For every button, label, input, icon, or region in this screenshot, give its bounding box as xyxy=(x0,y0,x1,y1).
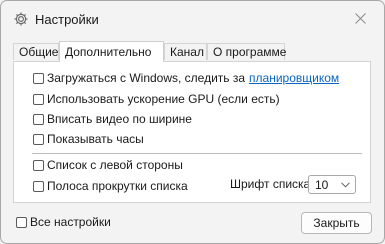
list-scrollbar-checkbox[interactable] xyxy=(33,180,44,192)
settings-window: Настройки Общие Дополнительно Канал О пр… xyxy=(0,0,385,244)
fit-width-checkbox[interactable] xyxy=(33,113,44,125)
autostart-option[interactable]: Загружаться с Windows, следить за планир… xyxy=(33,70,339,86)
advanced-panel: Загружаться с Windows, следить за планир… xyxy=(13,61,371,203)
list-left-label: Список с левой стороны xyxy=(47,158,183,172)
show-clock-option[interactable]: Показывать часы xyxy=(33,131,144,147)
all-settings-option[interactable]: Все настройки xyxy=(16,214,111,230)
font-size-select[interactable]: 10 xyxy=(308,175,356,194)
show-clock-checkbox[interactable] xyxy=(33,133,44,145)
scheduler-link[interactable]: планировщиком xyxy=(249,71,339,85)
window-title: Настройки xyxy=(35,12,99,27)
list-left-checkbox[interactable] xyxy=(33,159,44,171)
chevron-down-icon xyxy=(341,182,350,188)
tab-about[interactable]: О программе xyxy=(207,43,286,60)
all-settings-label: Все настройки xyxy=(30,215,111,229)
tab-advanced[interactable]: Дополнительно xyxy=(59,41,164,62)
list-scrollbar-option[interactable]: Полоса прокрутки списка xyxy=(33,178,188,194)
list-scrollbar-label: Полоса прокрутки списка xyxy=(47,179,188,193)
tab-general[interactable]: Общие xyxy=(13,43,59,60)
gpu-label: Использовать ускорение GPU (если есть) xyxy=(47,92,280,106)
divider xyxy=(32,153,362,154)
gpu-option[interactable]: Использовать ускорение GPU (если есть) xyxy=(33,91,280,107)
autostart-checkbox[interactable] xyxy=(33,72,44,84)
title-bar[interactable]: Настройки xyxy=(1,1,384,37)
close-icon xyxy=(355,13,366,24)
font-size-value: 10 xyxy=(315,178,329,192)
all-settings-checkbox[interactable] xyxy=(16,216,27,228)
gear-icon xyxy=(13,11,29,27)
fit-width-label: Вписать видео по ширине xyxy=(47,112,192,126)
fit-width-option[interactable]: Вписать видео по ширине xyxy=(33,111,192,127)
window-close-button[interactable] xyxy=(338,1,384,37)
font-size-label: Шрифт списка xyxy=(230,177,311,191)
tab-channel[interactable]: Канал xyxy=(164,43,207,60)
show-clock-label: Показывать часы xyxy=(47,132,144,146)
gpu-checkbox[interactable] xyxy=(33,93,44,105)
autostart-label: Загружаться с Windows, следить за xyxy=(47,71,246,85)
close-button[interactable]: Закрыть xyxy=(301,212,372,234)
list-left-option[interactable]: Список с левой стороны xyxy=(33,157,183,173)
